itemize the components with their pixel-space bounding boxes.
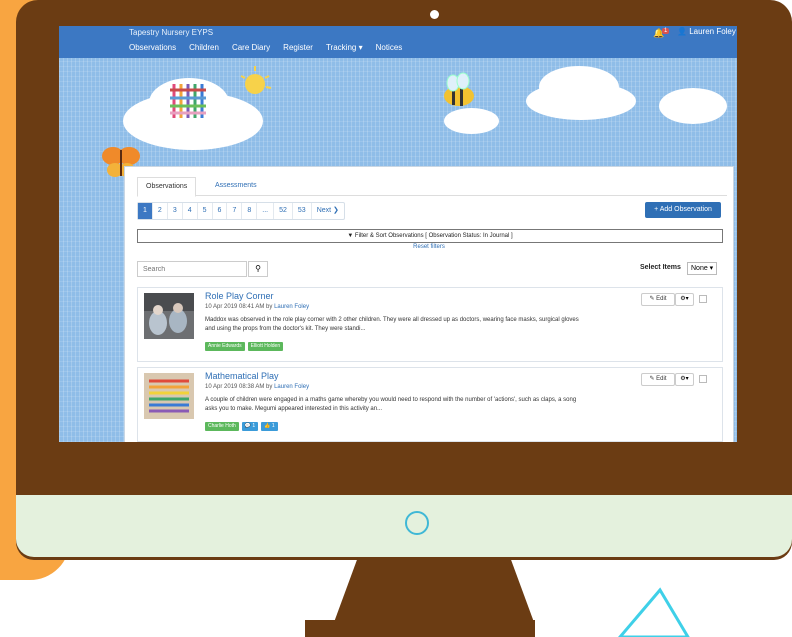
notification-badge: 1 [662, 28, 670, 34]
select-items-dropdown[interactable]: None ▾ [687, 262, 718, 275]
observation-date: 10 Apr 2019 08:38 AM by [205, 384, 273, 390]
user-name: Lauren Foley ▾ [689, 27, 737, 36]
tab-assessments[interactable]: Assessments [207, 177, 265, 195]
observation-meta: 10 Apr 2019 08:38 AM by Lauren Foley [205, 384, 309, 390]
tab-observations[interactable]: Observations [137, 177, 197, 197]
filter-sort-bar[interactable]: ▼ Filter & Sort Observations [ Observati… [137, 229, 723, 243]
edit-button[interactable]: ✎ Edit [641, 373, 675, 386]
page-5[interactable]: 5 [198, 203, 213, 219]
power-button-icon [405, 511, 429, 535]
select-checkbox[interactable] [699, 295, 707, 303]
nav-care-diary[interactable]: Care Diary [232, 43, 270, 52]
child-tag[interactable]: Charlie Hoth [205, 422, 239, 431]
page-6[interactable]: 6 [213, 203, 228, 219]
like-count-badge[interactable]: 👍 1 [261, 422, 278, 431]
user-icon: 👤 [677, 27, 690, 36]
child-tag[interactable]: Elliott Holden [247, 342, 284, 351]
observation-card[interactable]: Role Play Corner 10 Apr 2019 08:41 AM by… [137, 287, 723, 362]
observation-text: Maddox was observed in the role play cor… [205, 317, 579, 332]
comment-count-badge[interactable]: 💬 1 [241, 422, 259, 431]
child-tag[interactable]: Annie Edwards [205, 342, 245, 351]
tab-bar: Observations Assessments [137, 175, 727, 197]
observation-author[interactable]: Lauren Foley [274, 304, 309, 310]
observations-panel: Observations Assessments 1 2 3 4 5 6 7 8… [124, 166, 734, 442]
nav-children[interactable]: Children [189, 43, 219, 52]
page-52[interactable]: 52 [274, 203, 293, 219]
thumbs-up-icon: 👍 [264, 423, 272, 429]
observation-date: 10 Apr 2019 08:41 AM by [205, 304, 273, 310]
main-nav: Observations Children Care Diary Registe… [129, 43, 402, 52]
screen: Tapestry Nursery EYPS Observations Child… [59, 26, 737, 442]
child-tags: Annie Edwards Elliott Holden [205, 342, 284, 351]
observation-photo [144, 373, 194, 419]
nav-notices[interactable]: Notices [376, 43, 403, 52]
page-4[interactable]: 4 [183, 203, 198, 219]
sun-decoration [240, 66, 272, 94]
page-next[interactable]: Next ❯ [312, 203, 344, 219]
cloud-decoration [444, 108, 499, 134]
triangle-decoration [618, 587, 690, 637]
observation-author[interactable]: Lauren Foley [274, 384, 309, 390]
nav-observations[interactable]: Observations [129, 43, 176, 52]
reset-filters-link[interactable]: Reset filters [125, 244, 733, 250]
monitor-chin [16, 495, 792, 557]
nav-register[interactable]: Register [283, 43, 313, 52]
select-checkbox[interactable] [699, 375, 707, 383]
pagination: 1 2 3 4 5 6 7 8 ... 52 53 Next ❯ [137, 202, 345, 220]
webcam-dot [430, 10, 439, 19]
observation-photo [144, 293, 194, 339]
page-1[interactable]: 1 [138, 203, 153, 219]
search-icon[interactable]: ⚲ [248, 261, 268, 277]
top-navbar: Tapestry Nursery EYPS Observations Child… [59, 26, 737, 58]
comment-count: 1 [252, 423, 256, 429]
edit-button[interactable]: ✎ Edit [641, 293, 675, 306]
observation-title[interactable]: Mathematical Play [205, 371, 279, 381]
app-brand[interactable]: Tapestry Nursery EYPS [129, 28, 213, 37]
nav-tracking[interactable]: Tracking ▾ [326, 43, 363, 52]
page-2[interactable]: 2 [153, 203, 168, 219]
tapestry-logo [170, 84, 206, 118]
page-ellipsis: ... [257, 203, 275, 219]
select-items-label: Select Items [640, 264, 681, 271]
gear-icon[interactable]: ⚙▾ [675, 293, 694, 306]
user-menu[interactable]: 👤 Lauren Foley ▾ [677, 27, 737, 36]
observation-meta: 10 Apr 2019 08:41 AM by Lauren Foley [205, 304, 309, 310]
page-8[interactable]: 8 [242, 203, 258, 219]
cloud-decoration [659, 88, 727, 124]
gear-icon[interactable]: ⚙▾ [675, 373, 694, 386]
observation-card[interactable]: Mathematical Play 10 Apr 2019 08:38 AM b… [137, 367, 723, 442]
child-tags: Charlie Hoth 💬 1 👍 1 [205, 422, 278, 431]
add-observation-button[interactable]: + Add Observation [645, 202, 721, 218]
like-count: 1 [271, 423, 275, 429]
cloud-decoration [526, 82, 636, 120]
bee-decoration [444, 72, 474, 106]
observation-title[interactable]: Role Play Corner [205, 291, 274, 301]
page-3[interactable]: 3 [168, 203, 183, 219]
page-7[interactable]: 7 [227, 203, 243, 219]
page-53[interactable]: 53 [293, 203, 312, 219]
search-input[interactable] [137, 261, 247, 277]
observation-text: A couple of children were engaged in a m… [205, 397, 577, 412]
